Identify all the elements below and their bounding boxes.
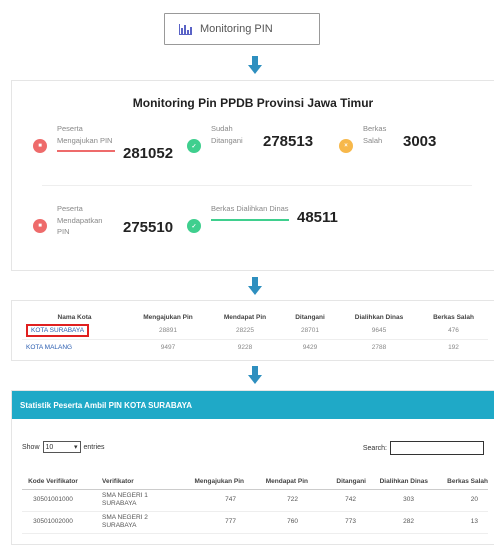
table-cell: 9645 <box>339 323 419 340</box>
table-row[interactable]: 30501002000 SMA NEGERI 2 SURABAYA 777 76… <box>22 511 488 534</box>
stat-berkas-salah: × Berkas Salah 3003 <box>339 123 436 153</box>
x-icon: × <box>339 139 353 153</box>
stat-underline <box>57 150 115 152</box>
statistics-panel: Statistik Peserta Ambil PIN KOTA SURABAY… <box>11 390 494 545</box>
table-cell: 742 <box>308 489 366 512</box>
flow-arrow-icon <box>248 277 262 295</box>
table-cell: 9429 <box>302 343 318 351</box>
entries-label: entries <box>83 443 105 451</box>
stat-label: Peserta Mengajukan PIN <box>57 124 113 145</box>
column-header: Mengajukan Pin <box>184 467 244 490</box>
stat-value: 275510 <box>123 219 174 236</box>
statistics-table: Kode Verifikator Verifikator Mengajukan … <box>22 467 488 534</box>
search-control: Search: <box>363 441 484 455</box>
stat-dialihkan: ✓ Berkas Dialihkan Dinas 48511 <box>187 203 338 233</box>
search-input[interactable] <box>390 441 484 455</box>
table-cell: 2788 <box>371 343 387 351</box>
table-cell: 760 <box>244 511 308 534</box>
column-header: Dialihkan Dinas <box>366 467 428 490</box>
column-header: Verifikator <box>84 467 184 490</box>
stat-mengajukan: ■ Peserta Mengajukan PIN 281052 <box>33 123 173 162</box>
table-row[interactable]: 30501001000 SMA NEGERI 1 SURABAYA 747 72… <box>22 489 488 512</box>
city-table-panel: Nama Kota Mengajukan Pin Mendapat Pin Di… <box>11 300 494 361</box>
stats-divider <box>42 185 472 186</box>
table-cell: 303 <box>366 489 428 512</box>
flow-arrow-icon <box>248 56 262 74</box>
trash-icon: ■ <box>33 219 47 233</box>
stat-value: 278513 <box>263 133 314 150</box>
bar-chart-icon <box>179 23 192 35</box>
entries-select[interactable]: 10 ▾ <box>42 441 81 453</box>
table-cell: SMA NEGERI 2 SURABAYA <box>84 511 184 534</box>
stat-label: Berkas Salah <box>363 124 387 145</box>
table-cell: 747 <box>184 489 244 512</box>
table-cell: SMA NEGERI 1 SURABAYA <box>84 489 184 512</box>
table-cell: 20 <box>428 489 488 512</box>
table-cell: 282 <box>366 511 428 534</box>
show-label: Show <box>22 443 40 451</box>
table-cell: 9228 <box>237 343 253 351</box>
table-cell: 28701 <box>281 323 339 340</box>
column-header: Ditangani <box>295 313 325 321</box>
table-cell: 30501002000 <box>22 511 84 534</box>
table-cell: 28891 <box>127 323 209 340</box>
stat-label: Peserta Mendapatkan PIN <box>57 204 103 236</box>
entries-value: 10 <box>45 443 54 451</box>
entries-control: Show 10 ▾ entries <box>22 441 105 453</box>
table-cell: 773 <box>308 511 366 534</box>
monitoring-pin-menu-item[interactable]: Monitoring PIN <box>164 13 320 45</box>
flow-arrow-icon <box>248 366 262 384</box>
table-cell: 28225 <box>209 323 281 340</box>
table-row[interactable]: KOTA MALANG 9497 9228 9429 2788 192 <box>22 339 488 355</box>
stat-value: 281052 <box>123 145 174 162</box>
chevron-down-icon: ▾ <box>74 444 78 451</box>
dashboard-title: Monitoring Pin PPDB Provinsi Jawa Timur <box>132 96 374 110</box>
monitoring-dashboard: Monitoring Pin PPDB Provinsi Jawa Timur … <box>11 80 494 271</box>
column-header: Berkas Salah <box>428 467 488 490</box>
column-header: Kode Verifikator <box>22 467 84 490</box>
table-row[interactable]: KOTA SURABAYA 28891 28225 28701 9645 476 <box>22 323 488 340</box>
table-cell: 13 <box>428 511 488 534</box>
table-cell: 192 <box>448 343 459 351</box>
city-link[interactable]: KOTA MALANG <box>22 339 127 355</box>
stat-label: Berkas Dialihkan Dinas <box>211 204 289 213</box>
table-cell: 9497 <box>160 343 176 351</box>
highlight-box[interactable]: KOTA SURABAYA <box>26 324 90 338</box>
city-link[interactable]: KOTA SURABAYA <box>22 323 127 340</box>
column-header: Berkas Salah <box>433 313 474 321</box>
column-header: Mengajukan Pin <box>143 313 193 321</box>
check-icon: ✓ <box>187 139 201 153</box>
stat-underline <box>211 218 289 221</box>
table-cell: 777 <box>184 511 244 534</box>
stat-label: Sudah Ditangani <box>211 124 243 145</box>
column-header: Mendapat Pin <box>244 467 308 490</box>
table-header-row: Nama Kota Mengajukan Pin Mendapat Pin Di… <box>22 311 488 323</box>
table-cell: 722 <box>244 489 308 512</box>
check-icon: ✓ <box>187 219 201 233</box>
table-controls: Show 10 ▾ entries Search: <box>22 441 484 455</box>
stat-value: 48511 <box>297 209 338 226</box>
table-header-row: Kode Verifikator Verifikator Mengajukan … <box>22 467 488 490</box>
column-header: Dialihkan Dinas <box>354 313 404 321</box>
city-table: Nama Kota Mengajukan Pin Mendapat Pin Di… <box>22 311 488 355</box>
menu-label: Monitoring PIN <box>200 23 273 35</box>
table-cell: 476 <box>419 323 488 340</box>
search-label: Search: <box>362 444 387 452</box>
stat-value: 3003 <box>403 133 437 150</box>
column-header: Mendapat Pin <box>223 313 267 321</box>
table-cell: 30501001000 <box>22 489 84 512</box>
column-header: Ditangani <box>308 467 366 490</box>
stat-ditangani: ✓ Sudah Ditangani 278513 <box>187 123 313 153</box>
column-header: Nama Kota <box>57 313 92 321</box>
statistics-title: Statistik Peserta Ambil PIN KOTA SURABAY… <box>12 391 494 419</box>
stat-mendapatkan: ■ Peserta Mendapatkan PIN 275510 <box>33 203 173 238</box>
trash-icon: ■ <box>33 139 47 153</box>
